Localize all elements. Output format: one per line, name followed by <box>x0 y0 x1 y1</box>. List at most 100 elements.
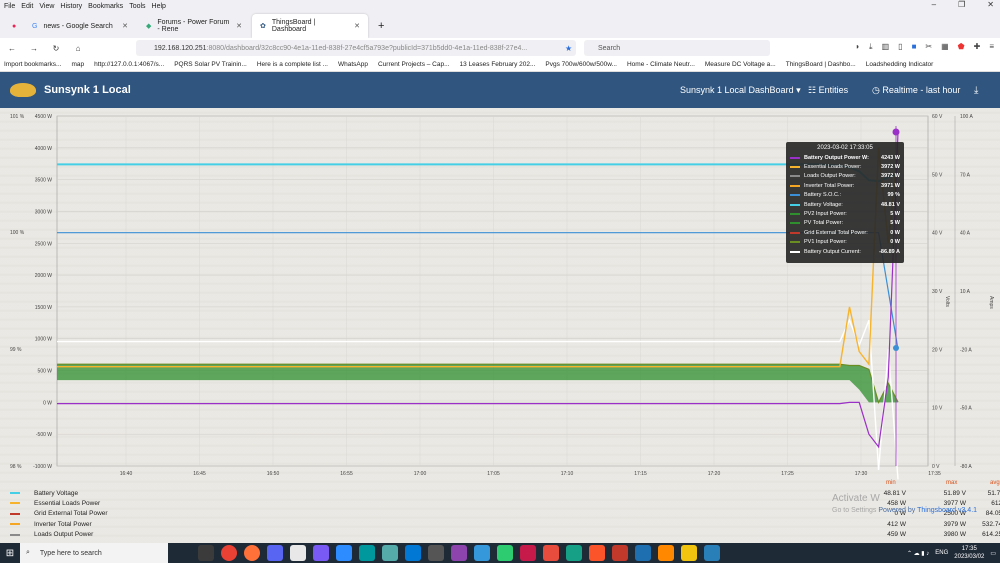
tooltip-row: PV2 Input Power: 5 W <box>790 209 900 218</box>
legend-swatch <box>10 502 20 505</box>
tooltip-swatch <box>790 194 800 197</box>
vm-icon[interactable] <box>635 545 651 561</box>
clock-date: 2023/03/02 <box>954 554 985 560</box>
y-volts-label: Volts <box>944 296 950 307</box>
app-icon[interactable] <box>543 545 559 561</box>
y-amps-tick-label: 10 A <box>960 289 971 295</box>
app-icon[interactable] <box>474 545 490 561</box>
y-tick-label: 1000 W <box>35 337 53 343</box>
x-tick-label: 17:35 <box>928 471 941 477</box>
powered-by: Powered by <box>878 507 916 514</box>
taskbar-search[interactable]: ⌕ Type here to search <box>20 543 168 563</box>
tooltip-swatch <box>790 156 800 159</box>
tooltip-value: 3972 W <box>881 173 900 180</box>
app-icon[interactable] <box>566 545 582 561</box>
tooltip-row: Grid External Total Power: 0 W <box>790 228 900 237</box>
hover-point <box>893 345 899 351</box>
system-tray: ⌃ ☁ ▮ ♪ ENG 17:35 2023/03/02 ▭ <box>907 543 996 563</box>
legend-label: Battery Voltage <box>34 489 79 497</box>
timeseries-chart[interactable]: 4500 W 4000 W 3500 W 3000 W 2500 W 2000 W 1500… <box>0 0 1000 543</box>
app-icon[interactable] <box>313 545 329 561</box>
app-icon[interactable] <box>612 545 628 561</box>
tooltip-row: PV Total Power: 5 W <box>790 219 900 228</box>
x-tick-label: 17:25 <box>781 471 794 477</box>
app-icon[interactable] <box>451 545 467 561</box>
clock[interactable]: 17:35 2023/03/02 <box>954 545 984 561</box>
tooltip-value: 0 W <box>890 239 900 246</box>
calculator-icon[interactable] <box>428 545 444 561</box>
x-tick-label: 16:40 <box>120 471 133 477</box>
legend-label: Essential Loads Power <box>34 499 101 507</box>
y-amps-tick-label: 40 A <box>960 231 971 237</box>
vlc-icon[interactable] <box>658 545 674 561</box>
y-volts-tick-label: 30 V <box>932 289 943 295</box>
tooltip-row: Essential Loads Power: 3972 W <box>790 162 900 171</box>
notifications-icon[interactable]: ▭ <box>990 550 996 557</box>
legend-item[interactable]: Inverter Total Power412 W3979 W532.74 W <box>10 519 1000 529</box>
y-pct-tick-label: 101 % <box>10 114 25 120</box>
legend-swatch <box>10 533 20 536</box>
y-tick-label: 0 W <box>43 400 52 406</box>
y-tick-label: 4000 W <box>35 146 53 152</box>
tooltip-label: PV Total Power: <box>804 220 844 227</box>
tooltip-swatch <box>790 184 800 187</box>
tooltip-row: Battery Voltage: 48.81 V <box>790 200 900 209</box>
tooltip-swatch <box>790 166 800 169</box>
y-volts-tick-label: 40 V <box>932 231 943 237</box>
thingsboard-version[interactable]: Thingsboard v3.4.1 <box>917 507 977 514</box>
app-icon[interactable] <box>704 545 720 561</box>
raspberry-icon[interactable] <box>520 545 536 561</box>
tray-icons[interactable]: ⌃ ☁ ▮ ♪ <box>907 550 929 557</box>
y-tick-label: 2000 W <box>35 273 53 279</box>
y-amps-tick-label: 70 A <box>960 172 971 178</box>
firefox-icon[interactable] <box>244 545 260 561</box>
tooltip-label: Battery S.O.C.: <box>804 192 841 199</box>
tooltip-label: Battery Voltage: <box>804 201 843 208</box>
tooltip-label: PV1 Input Power: <box>804 239 847 246</box>
task-view-icon[interactable] <box>198 545 214 561</box>
y-tick-label: -500 W <box>36 432 52 438</box>
tooltip-value: 5 W <box>890 220 900 227</box>
language-indicator[interactable]: ENG <box>935 550 948 556</box>
chrome-icon[interactable] <box>221 545 237 561</box>
x-tick-label: 16:45 <box>193 471 206 477</box>
tooltip-time: 2023-03-02 17:33:05 <box>817 145 873 151</box>
x-tick-label: 17:10 <box>561 471 574 477</box>
tooltip-label: Loads Output Power: <box>804 173 856 180</box>
legend-avg: 51.71 V <box>987 489 1000 497</box>
arduino-icon[interactable] <box>359 545 375 561</box>
y-volts-tick-label: 60 V <box>932 114 943 120</box>
tooltip-value: -86.89 A <box>879 248 900 255</box>
pv-total-area <box>57 364 898 403</box>
x-tick-label: 17:15 <box>634 471 647 477</box>
chart-areas <box>57 364 898 403</box>
x-tick-label: 17:05 <box>487 471 500 477</box>
legend-swatch <box>10 512 20 515</box>
legend-item[interactable]: Loads Output Power459 W3980 W614.25 W <box>10 530 1000 540</box>
tooltip-row: Battery S.O.C.: 99 % <box>790 191 900 200</box>
zoom-icon[interactable] <box>336 545 352 561</box>
app-icon[interactable] <box>382 545 398 561</box>
tooltip-swatch <box>790 213 800 216</box>
y-amps-label: Amps <box>988 296 994 309</box>
app-icon[interactable] <box>497 545 513 561</box>
activate-windows-text: Activate W <box>832 493 880 504</box>
tooltip-value: 3971 W <box>881 182 900 189</box>
battery-soc-line <box>57 232 899 350</box>
discord-icon[interactable] <box>267 545 283 561</box>
tooltip-label: Essential Loads Power: <box>804 164 862 171</box>
watermark-settings: Go to Settings <box>832 507 877 514</box>
y-tick-label: 2500 W <box>35 241 53 247</box>
file-icon[interactable] <box>290 545 306 561</box>
tooltip-label: PV2 Input Power: <box>804 211 847 218</box>
tooltip-label: Battery Output Current: <box>804 248 861 255</box>
app-icon[interactable] <box>681 545 697 561</box>
y-volts-tick-label: 0 V <box>932 464 940 470</box>
windows-start-icon[interactable]: ⊞ <box>0 543 20 563</box>
x-tick-label: 16:55 <box>340 471 353 477</box>
tooltip-label: Battery Output Power W: <box>804 154 869 161</box>
brave-icon[interactable] <box>589 545 605 561</box>
tooltip-swatch <box>790 250 800 253</box>
vscode-icon[interactable] <box>405 545 421 561</box>
y-amps-tick-label: 100 A <box>960 114 973 120</box>
